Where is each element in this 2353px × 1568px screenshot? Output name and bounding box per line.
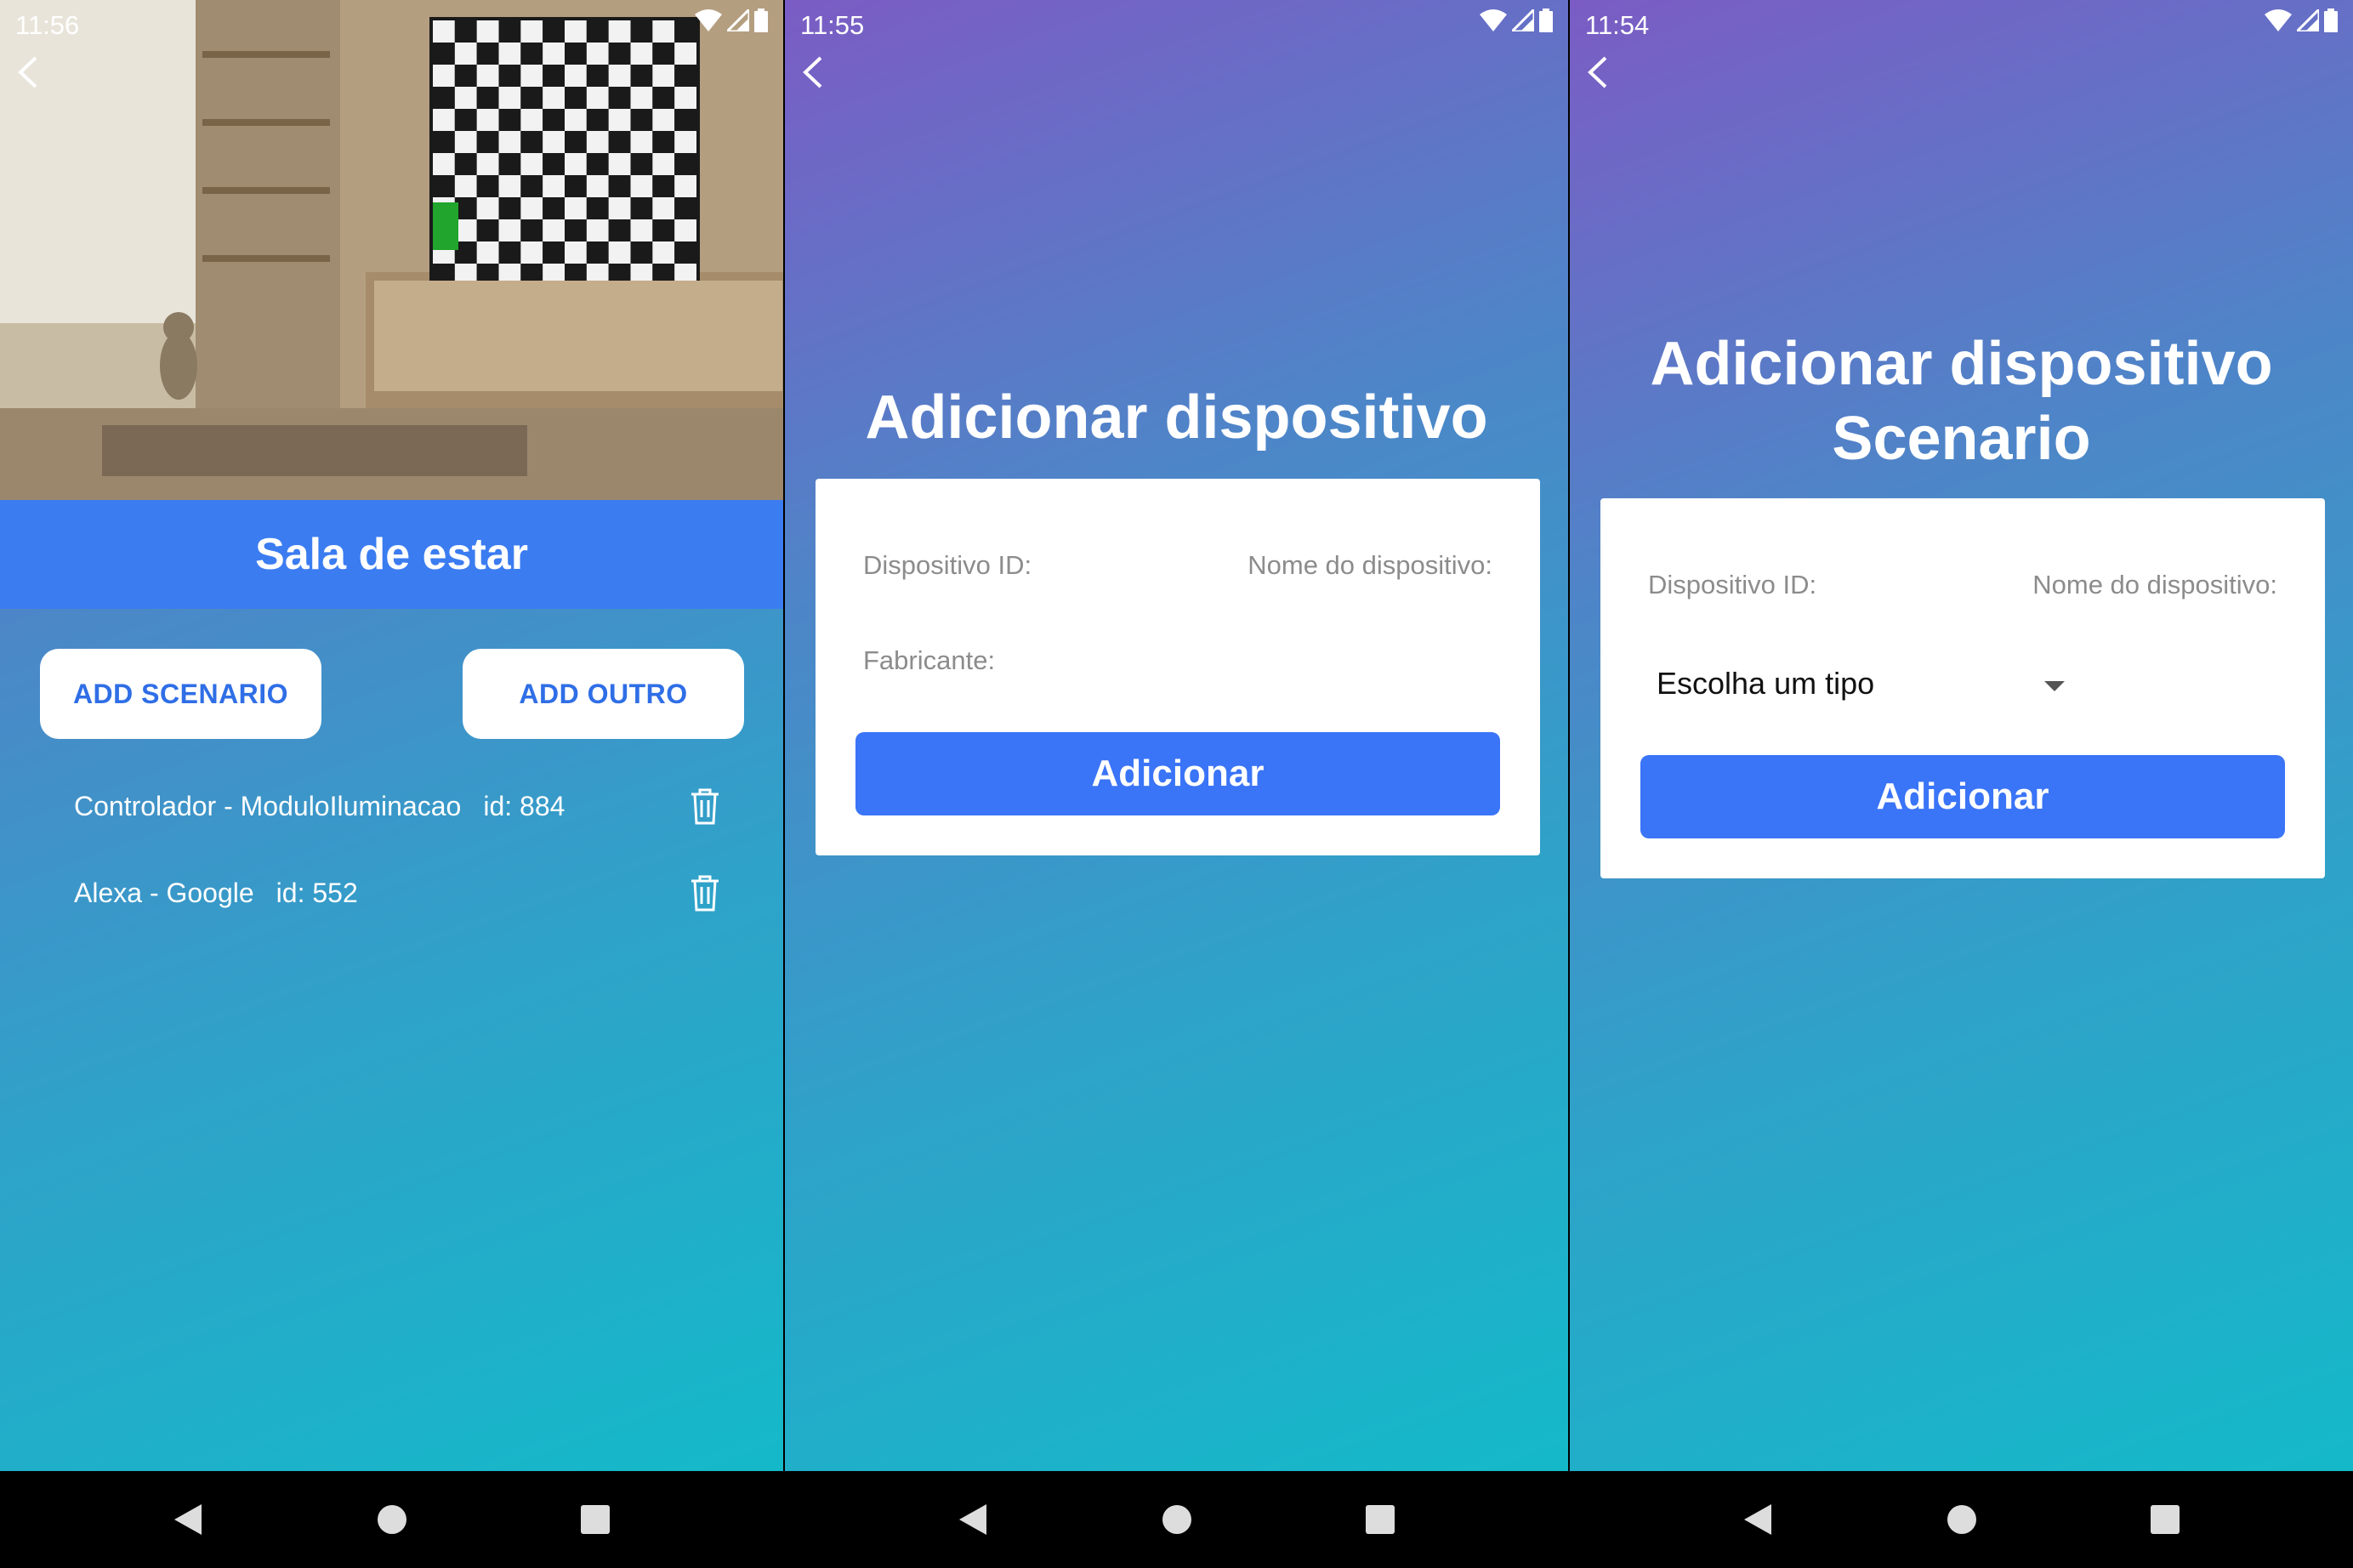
battery-icon	[1539, 9, 1553, 32]
add-device-screen: 11:55 Adicionar dispositivo Dispositivo …	[785, 0, 1568, 1568]
nav-recents-icon[interactable]	[2150, 1504, 2180, 1535]
nav-home-icon[interactable]	[1947, 1504, 1977, 1535]
system-nav-bar	[0, 1471, 783, 1568]
manufacturer-field[interactable]: Fabricante:	[863, 645, 995, 676]
nav-back-icon[interactable]	[1742, 1503, 1773, 1537]
device-id: id: 552	[276, 877, 358, 908]
add-scenario-button[interactable]: ADD SCENARIO	[40, 649, 321, 739]
nav-recents-icon[interactable]	[1365, 1504, 1395, 1535]
device-id: id: 884	[483, 790, 566, 821]
status-bar: 11:54	[1570, 0, 2353, 48]
room-title: Sala de estar	[0, 500, 783, 609]
trash-icon[interactable]	[690, 874, 720, 912]
add-button[interactable]: Adicionar	[855, 732, 1500, 815]
nav-home-icon[interactable]	[1162, 1504, 1192, 1535]
device-name: Alexa - Google	[74, 877, 254, 908]
wifi-icon	[695, 9, 722, 31]
device-id-field[interactable]: Dispositivo ID:	[1648, 570, 1816, 600]
back-chevron-icon[interactable]	[797, 51, 831, 94]
signal-icon	[1512, 9, 1534, 31]
wifi-icon	[2265, 9, 2292, 31]
device-name-field[interactable]: Nome do dispositivo:	[1248, 550, 1492, 581]
signal-icon	[727, 9, 749, 31]
device-name: Controlador - ModuloIluminacao	[74, 790, 462, 821]
status-time: 11:55	[800, 10, 865, 40]
nav-back-icon[interactable]	[958, 1503, 988, 1537]
type-select[interactable]: Escolha um tipo	[1657, 666, 1874, 702]
battery-icon	[2324, 9, 2338, 32]
wifi-icon	[1480, 9, 1507, 31]
add-scenario-form: Dispositivo ID: Nome do dispositivo: Esc…	[1600, 498, 2325, 878]
add-device-form: Dispositivo ID: Nome do dispositivo: Fab…	[816, 479, 1540, 855]
device-name-field[interactable]: Nome do dispositivo:	[2032, 570, 2277, 600]
nav-back-icon[interactable]	[173, 1503, 203, 1537]
device-row: Alexa - Google id: 552	[74, 867, 720, 918]
signal-icon	[2297, 9, 2319, 31]
room-photo	[0, 0, 783, 500]
trash-icon[interactable]	[690, 787, 720, 825]
nav-home-icon[interactable]	[377, 1504, 407, 1535]
battery-icon	[754, 9, 768, 32]
chevron-down-icon[interactable]	[2044, 681, 2065, 691]
status-time: 11:56	[15, 10, 80, 40]
room-screen: 11:56 Sala de estar ADD SCENARIO ADD OUT…	[0, 0, 783, 1568]
add-button[interactable]: Adicionar	[1640, 755, 2285, 838]
system-nav-bar	[1570, 1471, 2353, 1568]
device-row: Controlador - ModuloIluminacao id: 884	[74, 781, 720, 832]
status-bar: 11:56	[0, 0, 783, 48]
page-subtitle: Scenario	[1832, 405, 2091, 473]
add-scenario-screen: 11:54 Adicionar dispositivo Scenario Dis…	[1570, 0, 2353, 1568]
page-title: Adicionar dispositivo	[865, 383, 1488, 452]
back-chevron-icon[interactable]	[12, 51, 46, 94]
status-bar: 11:55	[785, 0, 1568, 48]
back-chevron-icon[interactable]	[1582, 51, 1616, 94]
system-nav-bar	[785, 1471, 1568, 1568]
add-outro-button[interactable]: ADD OUTRO	[463, 649, 744, 739]
status-time: 11:54	[1585, 10, 1650, 40]
nav-recents-icon[interactable]	[580, 1504, 611, 1535]
device-id-field[interactable]: Dispositivo ID:	[863, 550, 1032, 581]
page-title: Adicionar dispositivo	[1650, 330, 2273, 398]
